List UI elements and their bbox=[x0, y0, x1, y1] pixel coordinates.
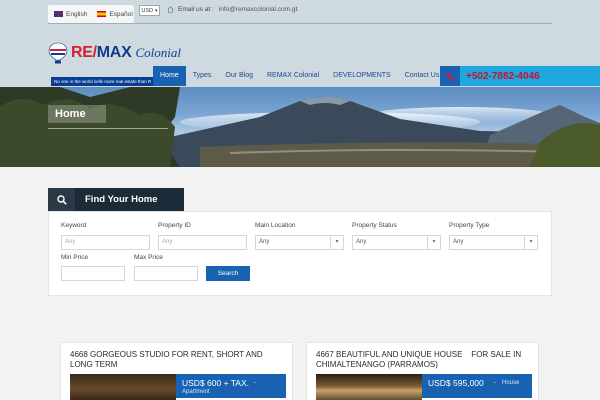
main-nav: Home Types Our Blog REMAX Colonial DEVELOPME… bbox=[153, 66, 446, 86]
logo-tagline: No one in the world sells more real esta… bbox=[51, 77, 153, 86]
listing-title-line1: 4668 GORGEOUS STUDIO FOR RENT, SHORT AND bbox=[70, 350, 263, 359]
spain-flag-icon bbox=[97, 11, 107, 17]
listing-price: USD$ 595,000 bbox=[428, 378, 484, 388]
nav-item-developments[interactable]: DEVELOPMENTS bbox=[326, 66, 398, 86]
chevron-down-icon: ▾ bbox=[155, 7, 158, 14]
currency-value: USD bbox=[141, 7, 154, 14]
listing-photo[interactable] bbox=[70, 374, 176, 400]
language-bar: English Español bbox=[48, 5, 134, 23]
keyword-label: Keyword bbox=[61, 222, 87, 229]
header-divider bbox=[48, 23, 552, 24]
site-header: English Español USD ▾ Email us at : info… bbox=[0, 0, 600, 87]
currency-select[interactable]: USD ▾ bbox=[139, 5, 160, 16]
search-button[interactable]: Search bbox=[206, 266, 250, 281]
listing-separator: - bbox=[254, 380, 256, 386]
nav-item-remax-colonial[interactable]: REMAX Colonial bbox=[260, 66, 326, 86]
phone-icon bbox=[445, 72, 455, 81]
keyword-input[interactable]: Any bbox=[61, 235, 150, 250]
listing-separator: - bbox=[494, 380, 496, 386]
search-icon-box bbox=[48, 188, 75, 211]
property-status-label: Property Status bbox=[352, 222, 397, 229]
property-type-label: Property Type bbox=[449, 222, 490, 229]
property-id-label: Property ID bbox=[158, 222, 191, 229]
listing-type: Apartment bbox=[182, 389, 210, 395]
listing-card[interactable]: 4667 BEAUTIFUL AND UNIQUE HOUSE FOR SALE… bbox=[306, 342, 539, 400]
hero-divider bbox=[48, 128, 168, 129]
uk-flag-icon bbox=[54, 11, 63, 17]
language-spanish-label: Español bbox=[109, 10, 133, 18]
email-label: Email us at : bbox=[178, 6, 214, 13]
listing-price-box: USD$ 595,000 - House bbox=[422, 374, 532, 398]
phone-number: +502-7882-4046 bbox=[466, 70, 540, 82]
listing-title[interactable]: 4668 GORGEOUS STUDIO FOR RENT, SHORT AND… bbox=[70, 350, 263, 370]
nav-item-our-blog[interactable]: Our Blog bbox=[218, 66, 260, 86]
property-type-select[interactable]: Any bbox=[449, 235, 538, 250]
find-your-home-tab[interactable]: Find Your Home bbox=[48, 188, 184, 211]
remax-balloon-icon bbox=[48, 42, 68, 64]
hero-landscape-image bbox=[0, 87, 600, 167]
listing-card[interactable]: 4668 GORGEOUS STUDIO FOR RENT, SHORT AND… bbox=[60, 342, 293, 400]
find-your-home-label: Find Your Home bbox=[85, 194, 158, 205]
listing-price: USD$ 600 + TAX. bbox=[182, 378, 250, 388]
search-icon bbox=[56, 194, 67, 205]
phone-icon-box bbox=[440, 66, 460, 86]
max-price-label: Max Price bbox=[134, 254, 163, 261]
logo-brand: RE/MAX bbox=[71, 44, 132, 62]
property-id-input[interactable]: Any bbox=[158, 235, 247, 250]
nav-item-types[interactable]: Types bbox=[186, 66, 219, 86]
logo-brand-blue: MAX bbox=[96, 44, 132, 61]
min-price-label: Min Price bbox=[61, 254, 89, 261]
property-status-select[interactable]: Any bbox=[352, 235, 441, 250]
listing-price-box: USD$ 600 + TAX. - Apartment bbox=[176, 374, 286, 398]
min-price-input[interactable] bbox=[61, 266, 125, 281]
hero-banner: Home bbox=[0, 87, 600, 167]
phone-bar[interactable]: +502-7882-4046 bbox=[440, 66, 600, 86]
logo-subtitle: Colonial bbox=[135, 45, 181, 60]
site-logo[interactable]: RE/MAX Colonial bbox=[48, 42, 181, 64]
listing-photo[interactable] bbox=[316, 374, 422, 400]
language-english[interactable]: English bbox=[54, 11, 87, 18]
language-spanish[interactable]: Español bbox=[97, 11, 133, 18]
email-address-link[interactable]: info@remaxcolonial.com.gt bbox=[219, 6, 298, 13]
logo-brand-red: RE/ bbox=[71, 44, 97, 61]
nav-item-home[interactable]: Home bbox=[153, 66, 186, 86]
main-location-label: Main Location bbox=[255, 222, 296, 229]
listing-title-line1: 4667 BEAUTIFUL AND UNIQUE HOUSE FOR SALE… bbox=[316, 350, 522, 359]
listing-title-line2: CHIMALTENANGO (PARRAMOS) bbox=[316, 360, 438, 369]
email-contact: Email us at : info@remaxcolonial.com.gt bbox=[167, 6, 297, 13]
main-location-select[interactable]: Any bbox=[255, 235, 344, 250]
home-icon bbox=[167, 6, 174, 13]
listing-title[interactable]: 4667 BEAUTIFUL AND UNIQUE HOUSE FOR SALE… bbox=[316, 350, 521, 370]
page-title: Home bbox=[55, 108, 86, 120]
max-price-input[interactable] bbox=[134, 266, 198, 281]
language-english-label: English bbox=[66, 10, 88, 18]
listing-type: House bbox=[502, 380, 520, 386]
listing-title-line2: LONG TERM bbox=[70, 360, 118, 369]
